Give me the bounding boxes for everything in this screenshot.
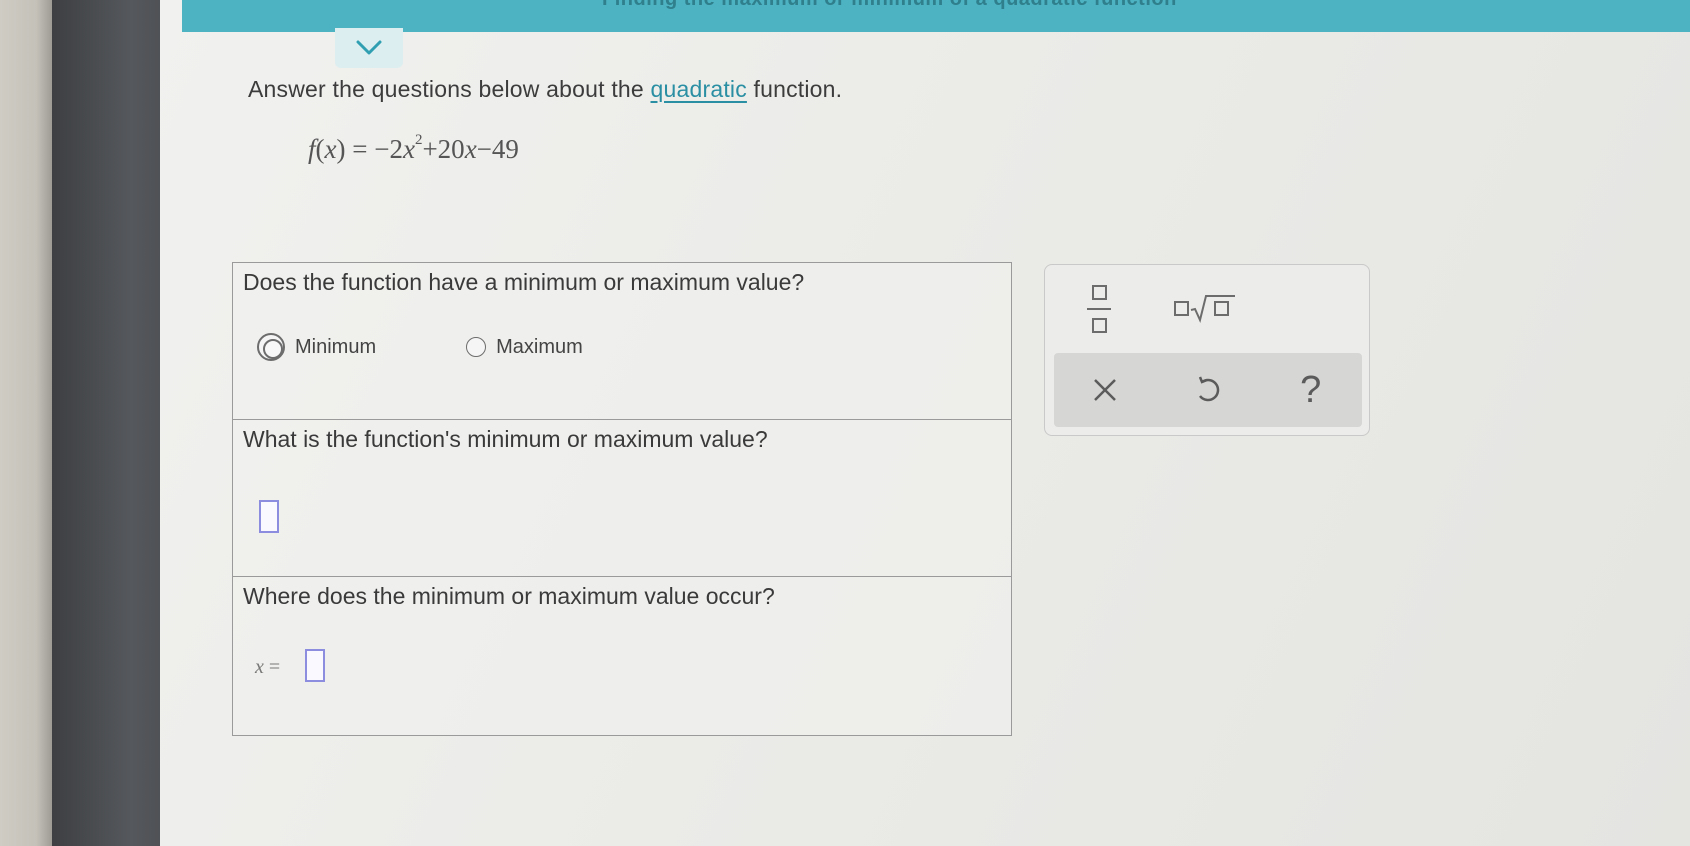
chevron-down-icon [356,40,382,55]
mixed-sqrt-template-icon[interactable] [1173,293,1237,324]
denominator-box-icon [1091,318,1107,333]
undo-button[interactable] [1183,365,1233,415]
function-formula: f(x) = −2x2+20x−49 [308,132,519,164]
instruction-before: Answer the questions below about the [248,76,651,102]
monitor-bezel-edge [0,0,52,846]
question-3-text: Where does the minimum or maximum value … [243,583,775,609]
sqrt-icon [1174,295,1235,324]
min-max-radio-group: Minimum Maximum [257,333,673,361]
math-tool-panel: ? [1044,264,1370,436]
formula-x2: x [464,134,477,164]
formula-f: f [308,134,316,164]
question-location: Where does the minimum or maximum value … [233,577,1011,734]
header-title: Finding the maximum or minimum of a quad… [602,0,1177,11]
help-button[interactable]: ? [1286,365,1336,415]
x-equals-label: x = [255,656,280,679]
fraction-template-icon[interactable] [1085,285,1113,333]
formula-end: −49 [476,134,519,164]
question-1-text: Does the function have a minimum or maxi… [243,269,805,295]
x-answer-input[interactable] [305,649,325,682]
radio-maximum[interactable]: Maximum [466,336,583,359]
question-value: What is the function's minimum or maximu… [233,420,1011,577]
equals-sign: = [268,656,281,678]
numerator-box-icon [1091,285,1107,300]
question-2-text: What is the function's minimum or maximu… [243,426,768,452]
action-toolbar: ? [1054,353,1362,427]
x-variable: x [255,656,264,678]
close-icon [1094,379,1117,401]
radio-minimum-circle[interactable] [257,333,285,361]
header-bar: Finding the maximum or minimum of a quad… [182,0,1690,32]
question-min-or-max: Does the function have a minimum or maxi… [233,263,1011,420]
collapse-button[interactable] [335,28,403,68]
formula-mid: +20 [422,134,465,164]
clear-button[interactable] [1080,365,1130,415]
formula-x: x [324,134,337,164]
radio-minimum[interactable]: Minimum [257,333,376,361]
instruction-text: Answer the questions below about the qua… [248,76,842,103]
value-answer-input[interactable] [259,500,279,533]
radio-minimum-label[interactable]: Minimum [295,336,376,359]
formula-exponent: 2 [414,132,423,148]
question-panel: Does the function have a minimum or maxi… [232,262,1012,736]
formula-x1: x [402,134,415,164]
radio-maximum-label[interactable]: Maximum [496,336,583,359]
fraction-bar-icon [1087,308,1111,310]
radio-maximum-circle[interactable] [466,337,487,357]
formula-eq: = −2 [345,134,403,164]
instruction-after: function. [746,76,843,102]
undo-icon [1198,376,1220,402]
quadratic-glossary-link[interactable]: quadratic [651,76,747,102]
